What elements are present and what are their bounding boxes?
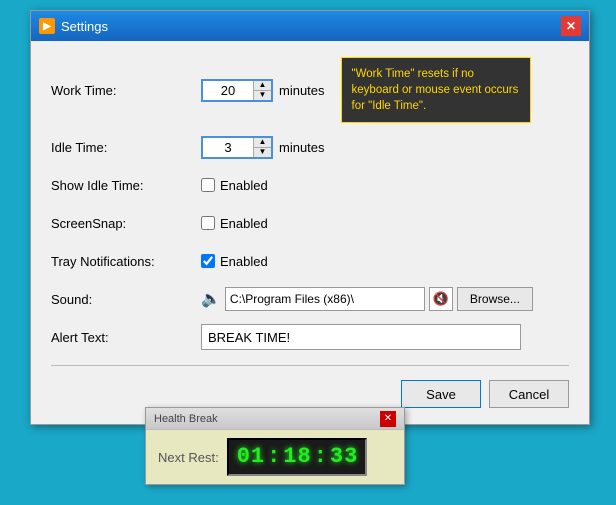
settings-window: ▶ Settings ✕ Work Time: ▲ ▼ minutes "Wor… [30, 10, 590, 425]
digit-3: 1 [283, 446, 296, 468]
digit-pair-3: 3 3 [330, 446, 357, 468]
idle-time-unit: minutes [279, 140, 325, 155]
tooltip-box: "Work Time" resets if no keyboard or mou… [341, 57, 531, 123]
digit-5: 3 [330, 446, 343, 468]
digit-pair-2: 1 8 [283, 446, 310, 468]
tray-control: Enabled [201, 254, 268, 269]
screensnap-checkbox-label[interactable]: Enabled [201, 216, 268, 231]
work-time-unit: minutes [279, 83, 325, 98]
digit-1: 0 [237, 446, 250, 468]
health-title-bar: Health Break ✕ [146, 408, 404, 430]
close-button[interactable]: ✕ [561, 16, 581, 36]
tray-label: Tray Notifications: [51, 254, 201, 269]
health-close-button[interactable]: ✕ [380, 411, 396, 427]
screensnap-row: ScreenSnap: Enabled [51, 209, 569, 237]
show-idle-label: Show Idle Time: [51, 178, 201, 193]
idle-time-input[interactable] [203, 138, 253, 157]
window-body: Work Time: ▲ ▼ minutes "Work Time" reset… [31, 41, 589, 424]
tray-checkbox-label[interactable]: Enabled [201, 254, 268, 269]
divider [51, 365, 569, 366]
tray-text: Enabled [220, 254, 268, 269]
digit-6: 3 [344, 446, 357, 468]
colon-2: : [313, 446, 328, 468]
digit-4: 8 [298, 446, 311, 468]
show-idle-control: Enabled [201, 178, 268, 193]
screensnap-text: Enabled [220, 216, 268, 231]
app-icon: ▶ [39, 18, 55, 34]
speaker-icon: 🔈 [201, 289, 221, 309]
work-time-label: Work Time: [51, 83, 201, 98]
alert-control [201, 324, 521, 350]
screensnap-control: Enabled [201, 216, 268, 231]
tray-row: Tray Notifications: Enabled [51, 247, 569, 275]
tray-checkbox[interactable] [201, 254, 215, 268]
idle-time-row: Idle Time: ▲ ▼ minutes [51, 133, 569, 161]
idle-time-spinner: ▲ ▼ [253, 138, 271, 157]
idle-time-label: Idle Time: [51, 140, 201, 155]
sound-row: Sound: 🔈 🔇 Browse... [51, 285, 569, 313]
show-idle-checkbox-label[interactable]: Enabled [201, 178, 268, 193]
screensnap-label: ScreenSnap: [51, 216, 201, 231]
browse-button[interactable]: Browse... [457, 287, 533, 311]
alert-label: Alert Text: [51, 330, 201, 345]
digital-display: 0 1 : 1 8 : 3 3 [227, 438, 368, 476]
mute-button[interactable]: 🔇 [429, 287, 453, 311]
save-button[interactable]: Save [401, 380, 481, 408]
idle-time-down[interactable]: ▼ [254, 148, 271, 157]
digit-2: 1 [251, 446, 264, 468]
window-title: Settings [61, 19, 108, 34]
work-time-spinner: ▲ ▼ [253, 81, 271, 100]
idle-time-control: ▲ ▼ minutes [201, 136, 325, 159]
colon-1: : [266, 446, 281, 468]
next-rest-label: Next Rest: [158, 450, 219, 465]
work-time-row: Work Time: ▲ ▼ minutes "Work Time" reset… [51, 57, 569, 123]
health-title: Health Break [154, 413, 218, 425]
health-body: Next Rest: 0 1 : 1 8 : 3 3 [146, 430, 404, 484]
work-time-up[interactable]: ▲ [254, 81, 271, 91]
show-idle-row: Show Idle Time: Enabled [51, 171, 569, 199]
work-time-control: ▲ ▼ minutes "Work Time" resets if no key… [201, 57, 531, 123]
sound-path-input[interactable] [225, 287, 425, 311]
idle-time-input-container: ▲ ▼ [201, 136, 273, 159]
screensnap-checkbox[interactable] [201, 216, 215, 230]
show-idle-text: Enabled [220, 178, 268, 193]
cancel-button[interactable]: Cancel [489, 380, 569, 408]
sound-label: Sound: [51, 292, 201, 307]
idle-time-up[interactable]: ▲ [254, 138, 271, 148]
alert-text-input[interactable] [201, 324, 521, 350]
work-time-input[interactable] [203, 81, 253, 100]
sound-control: 🔈 🔇 Browse... [201, 287, 533, 311]
work-time-input-container: ▲ ▼ [201, 79, 273, 102]
health-break-window: Health Break ✕ Next Rest: 0 1 : 1 8 : 3 … [145, 407, 405, 485]
button-row: Save Cancel [51, 380, 569, 408]
title-bar: ▶ Settings ✕ [31, 11, 589, 41]
digit-pair-1: 0 1 [237, 446, 264, 468]
work-time-down[interactable]: ▼ [254, 91, 271, 100]
alert-text-row: Alert Text: [51, 323, 569, 351]
show-idle-checkbox[interactable] [201, 178, 215, 192]
